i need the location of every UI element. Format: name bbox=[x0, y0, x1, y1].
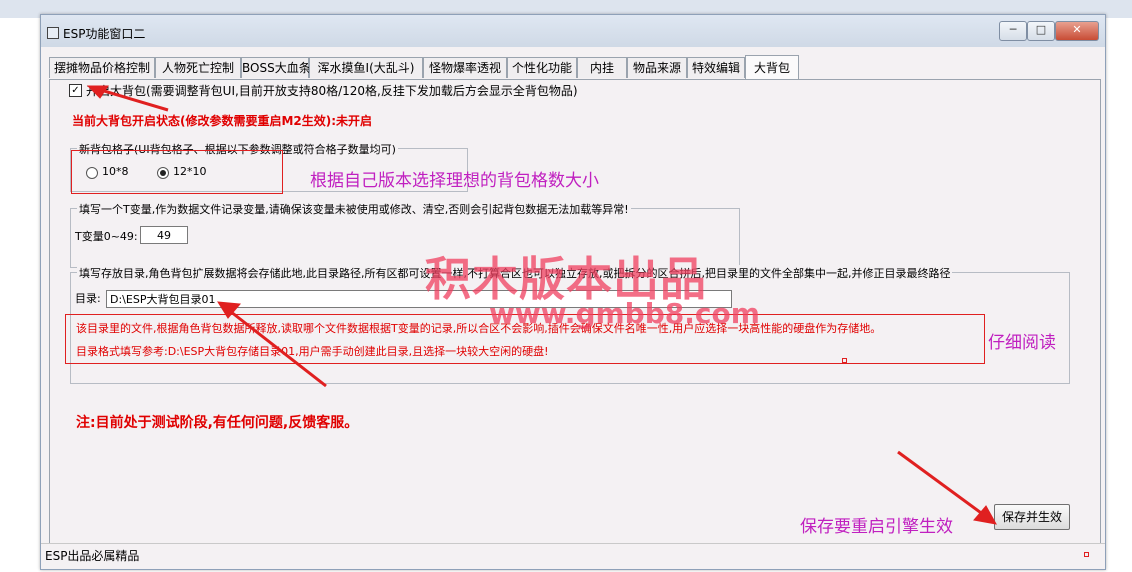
tab-boss-bar[interactable]: BOSS大血条 bbox=[241, 57, 311, 78]
tab-death-control[interactable]: 人物死亡控制 bbox=[155, 57, 241, 78]
tab-stall-price[interactable]: 摆摊物品价格控制 bbox=[49, 57, 155, 78]
tab-drop-rate[interactable]: 怪物爆率透视 bbox=[423, 57, 507, 78]
minimize-button[interactable]: ─ bbox=[999, 21, 1027, 41]
tab-plugin[interactable]: 内挂 bbox=[577, 57, 627, 78]
title-bar[interactable]: ESP功能窗口二 ─ □ ✕ bbox=[41, 15, 1105, 47]
watermark-url: www.gmbb8.com bbox=[489, 297, 760, 330]
tab-item-source[interactable]: 物品来源 bbox=[627, 57, 687, 78]
tab-melee[interactable]: 浑水摸鱼I(大乱斗) bbox=[309, 57, 423, 78]
tab-big-bag[interactable]: 大背包 bbox=[745, 55, 799, 79]
tab-personalize[interactable]: 个性化功能 bbox=[507, 57, 577, 78]
status-bar: ESP出品必属精品 bbox=[41, 543, 1105, 568]
maximize-button[interactable]: □ bbox=[1027, 21, 1055, 41]
status-marker bbox=[1084, 552, 1089, 557]
arrow-to-directory bbox=[225, 306, 327, 388]
arrow-to-checkbox bbox=[93, 86, 169, 112]
status-text: ESP出品必属精品 bbox=[45, 549, 140, 563]
arrow-to-save bbox=[897, 450, 989, 520]
app-icon bbox=[47, 27, 59, 39]
close-button[interactable]: ✕ bbox=[1055, 21, 1099, 41]
window-title: ESP功能窗口二 bbox=[63, 27, 146, 41]
tab-effect-edit[interactable]: 特效编辑 bbox=[687, 57, 745, 78]
esp-window: ESP功能窗口二 ─ □ ✕ 摆摊物品价格控制 人物死亡控制 BOSS大血条 浑… bbox=[40, 14, 1106, 570]
